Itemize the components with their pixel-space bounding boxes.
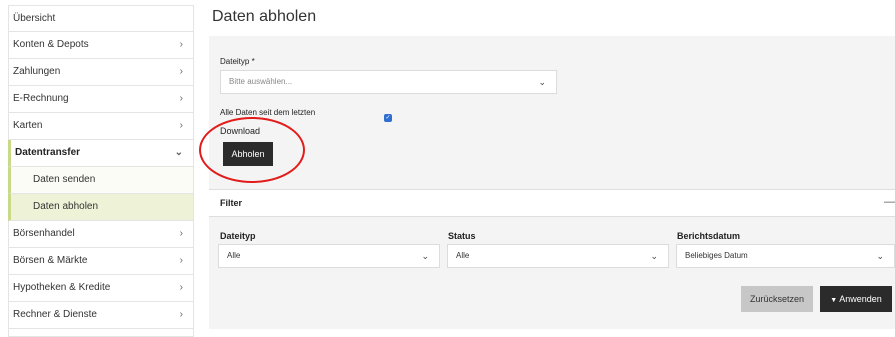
sidebar-item-label: Daten senden (33, 174, 96, 185)
chevron-right-icon: › (179, 66, 183, 77)
filter-status-select[interactable]: Alle ⌄ (447, 244, 669, 268)
chevron-down-icon: ⌄ (538, 77, 546, 87)
sidebar-item-label: Konten & Depots (13, 39, 89, 50)
sidebar-item-uebersicht[interactable]: Übersicht (8, 5, 194, 32)
filetype-select[interactable]: Bitte auswählen... ⌄ (220, 70, 557, 94)
filter-filetype-value: Alle (227, 251, 241, 260)
sidebar-item-rechner-dienste[interactable]: Rechner & Dienste › (8, 302, 194, 329)
sidebar-item-label: Übersicht (13, 13, 56, 24)
chevron-down-icon: ⌄ (421, 251, 429, 261)
filter-status-value: Alle (456, 251, 470, 260)
sidebar-item-more (8, 329, 194, 337)
sidebar-nav: Übersicht Konten & Depots › Zahlungen › … (8, 5, 194, 337)
sidebar-item-daten-abholen[interactable]: Daten abholen (8, 194, 194, 221)
sidebar-item-karten[interactable]: Karten › (8, 113, 194, 140)
sidebar-item-boersen-maerkte[interactable]: Börsen & Märkte › (8, 248, 194, 275)
sidebar-item-label: Datentransfer (15, 147, 81, 158)
sidebar-item-label: Rechner & Dienste (13, 309, 97, 320)
collapse-icon[interactable]: — (884, 196, 895, 208)
chevron-down-icon: ⌄ (174, 147, 183, 158)
sidebar-item-label: Zahlungen (13, 66, 61, 77)
sidebar-item-label: Börsenhandel (13, 228, 75, 239)
chevron-right-icon: › (179, 309, 183, 320)
sidebar-item-label: Börsen & Märkte (13, 255, 88, 266)
filter-date-value: Beliebiges Datum (685, 251, 748, 260)
page-title: Daten abholen (212, 8, 317, 25)
chevron-right-icon: › (179, 120, 183, 131)
checkbox-label-line1: Alle Daten seit dem letzten (220, 108, 316, 117)
sidebar-item-boersenhandel[interactable]: Börsenhandel › (8, 221, 194, 248)
highlight-ring (199, 117, 305, 183)
chevron-right-icon: › (179, 93, 183, 104)
reset-button[interactable]: Zurücksetzen (741, 286, 813, 312)
sidebar-item-konten-depots[interactable]: Konten & Depots › (8, 32, 194, 59)
filter-date-label: Berichtsdatum (677, 231, 741, 241)
filetype-label: Dateityp * (220, 57, 255, 66)
all-since-last-download-checkbox[interactable]: ✓ (384, 114, 392, 122)
filter-title: Filter (220, 198, 243, 208)
filter-filetype-label: Dateityp (220, 231, 256, 241)
sidebar-item-zahlungen[interactable]: Zahlungen › (8, 59, 194, 86)
sidebar-item-label: E-Rechnung (13, 93, 69, 104)
filter-date-select[interactable]: Beliebiges Datum ⌄ (676, 244, 895, 268)
sidebar-item-daten-senden[interactable]: Daten senden (8, 167, 194, 194)
apply-button[interactable]: ▼ Anwenden (820, 286, 892, 312)
sidebar-item-label: Daten abholen (33, 201, 99, 212)
sidebar-item-e-rechnung[interactable]: E-Rechnung › (8, 86, 194, 113)
apply-button-label: Anwenden (839, 294, 882, 304)
chevron-right-icon: › (179, 255, 183, 266)
chevron-down-icon: ⌄ (650, 251, 658, 261)
sidebar-item-label: Karten (13, 120, 43, 131)
filetype-select-value: Bitte auswählen... (229, 77, 293, 86)
filter-header[interactable] (209, 189, 895, 217)
filter-status-label: Status (448, 231, 476, 241)
sidebar-item-hypotheken-kredite[interactable]: Hypotheken & Kredite › (8, 275, 194, 302)
sidebar-item-datentransfer[interactable]: Datentransfer ⌄ (8, 140, 194, 167)
check-icon: ✓ (385, 115, 391, 121)
filter-filetype-select[interactable]: Alle ⌄ (218, 244, 440, 268)
chevron-right-icon: › (179, 228, 183, 239)
filter-icon: ▼ (830, 297, 838, 304)
chevron-right-icon: › (179, 282, 183, 293)
chevron-down-icon: ⌄ (876, 251, 884, 261)
sidebar-item-label: Hypotheken & Kredite (13, 282, 111, 293)
chevron-right-icon: › (179, 39, 183, 50)
